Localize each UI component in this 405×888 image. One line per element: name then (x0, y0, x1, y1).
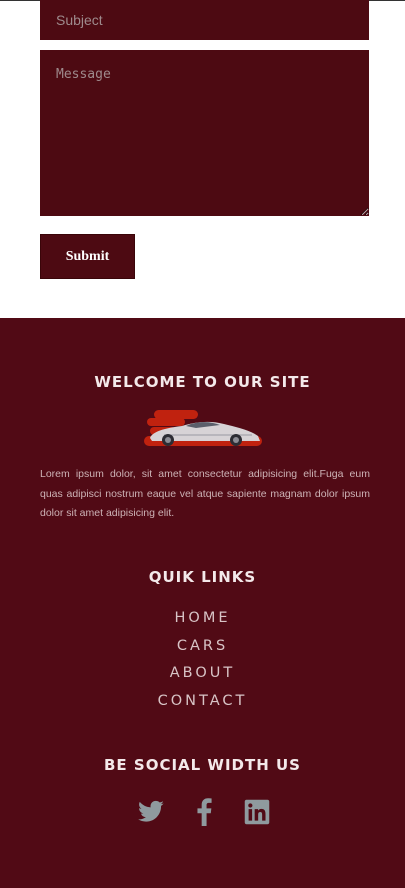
nav-link-contact[interactable]: CONTACT (158, 693, 248, 709)
list-item: ABOUT (0, 659, 405, 687)
message-textarea[interactable] (40, 50, 369, 216)
car-logo (144, 410, 262, 446)
site-footer: WELCOME TO OUR SITE Lorem ipsum dolor, s… (0, 318, 405, 888)
quick-links-title: QUIK LINKS (148, 568, 257, 586)
welcome-title: WELCOME TO OUR SITE (94, 373, 311, 391)
list-item: CARS (0, 632, 405, 660)
list-item: CONTACT (0, 687, 405, 715)
facebook-icon[interactable] (190, 798, 218, 826)
subject-input[interactable] (40, 0, 369, 40)
linkedin-icon[interactable] (243, 798, 271, 826)
list-item: HOME (0, 604, 405, 632)
nav-link-about[interactable]: ABOUT (170, 665, 236, 681)
twitter-icon[interactable] (137, 798, 165, 826)
submit-button[interactable]: Submit (40, 234, 135, 279)
about-text: Lorem ipsum dolor, sit amet consectetur … (40, 468, 370, 519)
nav-link-home[interactable]: HOME (175, 610, 231, 626)
social-links (0, 798, 405, 828)
nav-link-cars[interactable]: CARS (177, 638, 228, 654)
quick-links-list: HOME CARS ABOUT CONTACT (0, 604, 405, 714)
social-title: BE SOCIAL WIDTH US (103, 756, 301, 774)
